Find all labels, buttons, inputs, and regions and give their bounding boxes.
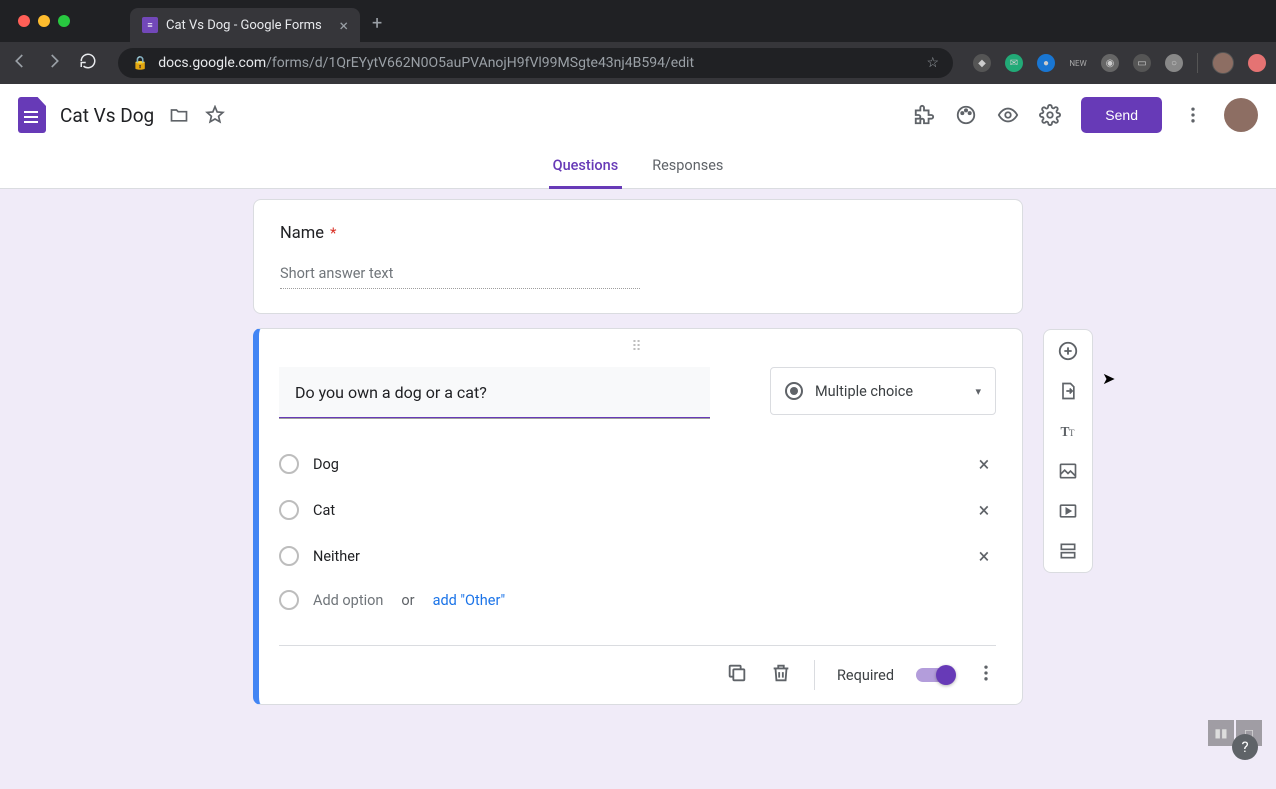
tab-title: Cat Vs Dog - Google Forms — [166, 18, 322, 33]
option-radio-icon — [279, 590, 299, 610]
question-card-2[interactable]: ⠿ Multiple choice ▾ Dog × Cat × — [253, 328, 1023, 705]
window-controls — [18, 15, 70, 27]
form-title[interactable]: Cat Vs Dog — [60, 104, 154, 127]
star-icon[interactable] — [204, 104, 226, 126]
remove-option-icon[interactable]: × — [972, 498, 996, 522]
forward-button[interactable] — [44, 52, 64, 74]
browser-chrome: ≡ Cat Vs Dog - Google Forms × + 🔒 docs.g… — [0, 0, 1276, 84]
add-question-icon[interactable] — [1057, 340, 1079, 362]
extension-icons: ◆ ✉ ● NEW ◉ ▭ ○ — [973, 52, 1266, 74]
chevron-down-icon: ▾ — [975, 385, 981, 398]
remove-option-icon[interactable]: × — [972, 452, 996, 476]
option-label[interactable]: Neither — [313, 548, 958, 565]
close-tab-icon[interactable]: × — [339, 16, 348, 35]
forms-favicon-icon: ≡ — [142, 17, 158, 33]
question-footer: Required — [279, 645, 996, 690]
tab-bar: ≡ Cat Vs Dog - Google Forms × + — [0, 0, 1276, 42]
remove-option-icon[interactable]: × — [972, 544, 996, 568]
form-canvas: Name * Short answer text ⠿ Multiple choi… — [0, 189, 1276, 789]
browser-tab[interactable]: ≡ Cat Vs Dog - Google Forms × — [130, 8, 360, 42]
move-folder-icon[interactable] — [168, 104, 190, 126]
account-avatar[interactable] — [1224, 98, 1258, 132]
more-menu-icon[interactable] — [1182, 104, 1204, 126]
short-answer-placeholder: Short answer text — [280, 265, 640, 289]
option-radio-icon — [279, 454, 299, 474]
ext-icon-shield[interactable]: ◉ — [1101, 54, 1119, 72]
tab-responses[interactable]: Responses — [648, 147, 727, 189]
add-section-icon[interactable] — [1057, 540, 1079, 562]
or-text: or — [401, 592, 414, 609]
app-header: Cat Vs Dog Send — [0, 84, 1276, 146]
question-type-select[interactable]: Multiple choice ▾ — [770, 367, 996, 415]
option-radio-icon — [279, 546, 299, 566]
address-bar[interactable]: 🔒 docs.google.com/forms/d/1QrEYytV662N0O… — [118, 48, 953, 78]
add-video-icon[interactable] — [1057, 500, 1079, 522]
ext-icon-dot[interactable] — [1248, 54, 1266, 72]
bookmark-star-icon[interactable]: ☆ — [926, 55, 939, 71]
pause-recording-icon[interactable]: ▮▮ — [1208, 720, 1234, 746]
required-toggle[interactable] — [916, 668, 954, 682]
ext-icon-circle[interactable]: ○ — [1165, 54, 1183, 72]
delete-icon[interactable] — [770, 662, 792, 688]
ext-icon-chat[interactable]: ▭ — [1133, 54, 1151, 72]
add-title-icon[interactable]: TT — [1057, 420, 1079, 442]
radio-icon — [785, 382, 803, 400]
preview-icon[interactable] — [997, 104, 1019, 126]
question-title: Name * — [280, 224, 996, 243]
palette-icon[interactable] — [955, 104, 977, 126]
import-questions-icon[interactable] — [1057, 380, 1079, 402]
required-label: Required — [837, 667, 894, 684]
settings-icon[interactable] — [1039, 104, 1061, 126]
question-type-label: Multiple choice — [815, 383, 913, 400]
back-button[interactable] — [10, 52, 30, 74]
drag-handle-icon[interactable]: ⠿ — [279, 339, 996, 357]
question-title-input[interactable] — [279, 367, 710, 419]
divider — [814, 660, 815, 690]
add-other-link[interactable]: add "Other" — [433, 592, 506, 609]
tab-questions[interactable]: Questions — [549, 147, 623, 189]
reload-button[interactable] — [78, 52, 98, 74]
send-button[interactable]: Send — [1081, 97, 1162, 133]
browser-profile-avatar[interactable] — [1212, 52, 1234, 74]
close-window-button[interactable] — [18, 15, 30, 27]
help-button[interactable]: ? — [1232, 734, 1258, 760]
new-tab-button[interactable]: + — [372, 13, 382, 34]
option-label[interactable]: Dog — [313, 456, 958, 473]
question-card-1[interactable]: Name * Short answer text — [253, 199, 1023, 314]
addons-icon[interactable] — [913, 104, 935, 126]
address-bar-row: 🔒 docs.google.com/forms/d/1QrEYytV662N0O… — [0, 42, 1276, 84]
required-star: * — [330, 224, 336, 242]
forms-logo-icon[interactable] — [18, 97, 46, 133]
question-more-icon[interactable] — [976, 663, 996, 687]
ext-icon-blue[interactable]: ● — [1037, 54, 1055, 72]
option-label[interactable]: Cat — [313, 502, 958, 519]
ext-icon-mail[interactable]: ✉ — [1005, 54, 1023, 72]
maximize-window-button[interactable] — [58, 15, 70, 27]
floating-toolbar: TT — [1043, 329, 1093, 573]
add-option-link[interactable]: Add option — [313, 592, 383, 609]
option-row: Cat × — [279, 487, 996, 533]
option-row: Dog × — [279, 441, 996, 487]
add-image-icon[interactable] — [1057, 460, 1079, 482]
ext-icon-drive[interactable]: ◆ — [973, 54, 991, 72]
form-tabs: Questions Responses — [0, 146, 1276, 189]
svg-text:T: T — [1069, 428, 1075, 438]
duplicate-icon[interactable] — [726, 662, 748, 688]
divider — [1197, 53, 1198, 73]
url-text: docs.google.com/forms/d/1QrEYytV662N0O5a… — [158, 55, 916, 71]
app-area: Cat Vs Dog Send Questions Responses — [0, 84, 1276, 189]
option-row: Neither × — [279, 533, 996, 579]
minimize-window-button[interactable] — [38, 15, 50, 27]
lock-icon: 🔒 — [132, 56, 148, 71]
option-radio-icon — [279, 500, 299, 520]
ext-icon-new[interactable]: NEW — [1069, 54, 1087, 72]
add-option-row: Add option or add "Other" — [279, 579, 996, 621]
